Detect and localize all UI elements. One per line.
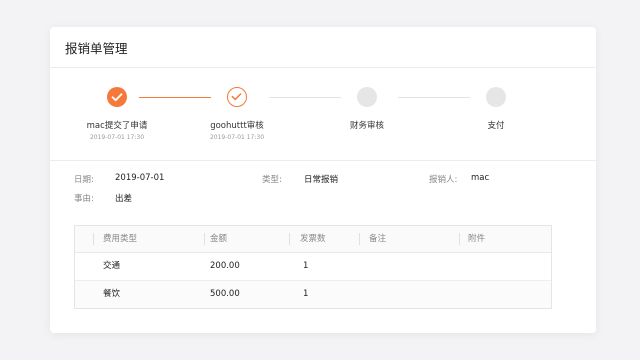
step-title: goohuttt审核 <box>210 121 264 131</box>
column-divider <box>289 233 290 245</box>
reason-value: 出差 <box>115 194 133 204</box>
column-divider <box>93 233 94 245</box>
cell-invoice-count: 1 <box>303 261 309 271</box>
pending-dot-icon <box>357 87 377 107</box>
step-time: 2019-07-01 17:30 <box>209 134 265 141</box>
type-value: 日常报销 <box>304 175 339 185</box>
step-connector-3 <box>398 97 470 98</box>
step-connector-2 <box>269 97 341 98</box>
pending-dot-icon <box>486 87 506 107</box>
expense-report-card: 报销单管理 mac提交了申请 2019-07-01 17:30 goohuttt… <box>50 27 596 333</box>
cell-expense-type: 交通 <box>103 261 121 271</box>
reason-label: 事由: <box>74 194 94 204</box>
expense-table: 费用类型 金额 发票数 备注 附件 交通 200.00 1 餐饮 500.00 … <box>74 225 552 309</box>
report-info: 日期: 2019-07-01 类型: 日常报销 报销人: mac 事由: 出差 <box>50 161 596 221</box>
page-title: 报销单管理 <box>50 27 596 68</box>
table-header: 费用类型 金额 发票数 备注 附件 <box>75 226 551 253</box>
table-row: 餐饮 500.00 1 <box>75 280 551 308</box>
step-connector-1 <box>139 97 211 98</box>
column-divider <box>204 233 205 245</box>
check-icon <box>227 87 247 107</box>
step-title: mac提交了申请 <box>86 121 148 131</box>
column-header-amount: 金额 <box>210 234 228 244</box>
table-row: 交通 200.00 1 <box>75 253 551 280</box>
check-icon <box>107 87 127 107</box>
date-label: 日期: <box>74 175 94 185</box>
column-header-remark: 备注 <box>369 234 387 244</box>
step-time: 2019-07-01 17:30 <box>89 134 145 141</box>
type-label: 类型: <box>262 175 282 185</box>
step-title: 支付 <box>487 121 505 131</box>
step-title: 财务审核 <box>349 121 384 131</box>
date-value: 2019-07-01 <box>115 173 165 183</box>
applicant-label: 报销人: <box>429 175 458 185</box>
cell-amount: 200.00 <box>210 261 240 271</box>
cell-expense-type: 餐饮 <box>103 289 121 299</box>
applicant-value: mac <box>471 173 490 183</box>
column-header-expense-type: 费用类型 <box>103 234 138 244</box>
column-divider <box>359 233 360 245</box>
cell-amount: 500.00 <box>210 289 240 299</box>
column-header-invoice-count: 发票数 <box>300 234 326 244</box>
approval-steps: mac提交了申请 2019-07-01 17:30 goohuttt审核 201… <box>50 68 596 161</box>
cell-invoice-count: 1 <box>303 289 309 299</box>
column-divider <box>459 233 460 245</box>
column-header-attachment: 附件 <box>468 234 486 244</box>
